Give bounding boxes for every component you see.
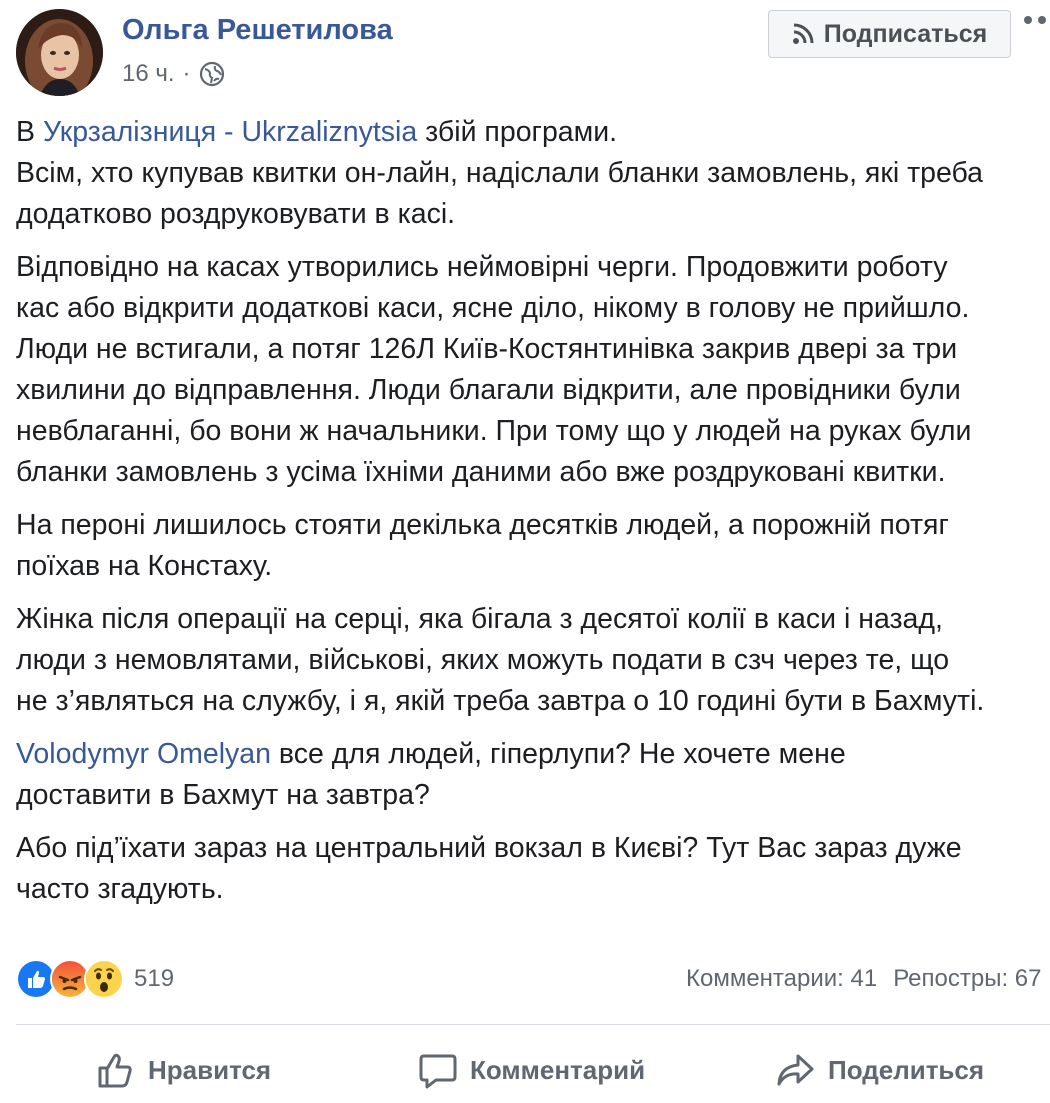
mention-link-volodymyr-omelyan[interactable]: Volodymyr Omelyan: [16, 738, 271, 770]
paragraph-4: Жінка після операції на серці, яка бігал…: [16, 599, 1050, 722]
more-dots-icon[interactable]: [1022, 6, 1050, 36]
paragraph-1: В Укрзалізниця - Ukrzaliznytsia збій про…: [16, 112, 1050, 235]
text-line: В Укрзалізниця - Ukrzaliznytsia збій про…: [16, 112, 1050, 153]
text-line: хвилини до відправлення. Люди благали ві…: [16, 374, 961, 406]
post-time[interactable]: 16 ч.: [122, 60, 175, 88]
like-button[interactable]: Нравится: [96, 1048, 271, 1092]
wow-icon: [84, 959, 124, 999]
paragraph-6: Або під’їхати зараз на центральний вокза…: [16, 828, 1050, 910]
post-text: В Укрзалізниця - Ukrzaliznytsia збій про…: [16, 112, 1050, 922]
text-line: Або під’їхати зараз на центральний вокза…: [16, 832, 962, 864]
thumbs-up-icon: [98, 1053, 132, 1088]
reactions-summary[interactable]: 519: [16, 959, 175, 999]
text-line: Відповідно на касах утворились неймовірн…: [16, 251, 948, 283]
paragraph-3: На пероні лишилось стояти декілька десят…: [16, 505, 1050, 587]
like-label: Нравится: [148, 1054, 272, 1085]
share-label: Поделиться: [828, 1054, 985, 1085]
mention-link-ukrzaliznytsia[interactable]: Укрзалізниця - Ukrzaliznytsia: [43, 116, 417, 148]
share-icon: [777, 1054, 814, 1086]
text-line: доставити в Бахмут на завтра?: [16, 779, 430, 811]
divider: [16, 1024, 1050, 1025]
text-line: Люди не встигали, а потяг 126Л Київ-Кост…: [16, 333, 958, 365]
rss-icon: [792, 23, 814, 45]
text-line: На пероні лишилось стояти декілька десят…: [16, 509, 949, 541]
comment-button[interactable]: Комментарий: [418, 1048, 645, 1092]
text-line: додатково роздруковувати в касі.: [16, 198, 456, 230]
meta-separator: ·: [182, 60, 191, 87]
text-line: невблаганні, бо вони ж начальники. При т…: [16, 415, 972, 447]
text-line: не з’являться на службу, і я, якій треба…: [16, 685, 985, 717]
text-line: кас або відкрити додаткові каси, ясне ді…: [16, 292, 970, 324]
text-line: Volodymyr Omelyan все для людей, гіперлу…: [16, 734, 1050, 775]
text-suffix: все для людей, гіперлупи? Не хочете мене: [271, 738, 846, 770]
comments-count[interactable]: Комментарии: 41: [686, 965, 877, 993]
text-line: люди з немовлятами, військові, яких можу…: [16, 644, 950, 676]
text-suffix: збій програми.: [417, 116, 618, 148]
action-bar: Нравится Комментарий Поделиться: [0, 1040, 1050, 1100]
post-meta: 16 ч. ·: [122, 60, 225, 88]
globe-icon[interactable]: [199, 61, 225, 87]
text-line: бланки замовлень з усіма їхніми даними а…: [16, 456, 946, 488]
text-prefix: В: [16, 116, 43, 148]
reposts-count[interactable]: Репостры: 67: [893, 965, 1041, 993]
share-button[interactable]: Поделиться: [776, 1048, 984, 1092]
paragraph-5: Volodymyr Omelyan все для людей, гіперлу…: [16, 734, 1050, 816]
paragraph-2: Відповідно на касах утворились неймовірн…: [16, 247, 1050, 493]
author-avatar[interactable]: [16, 9, 103, 96]
subscribe-label: Подписаться: [823, 19, 988, 48]
subscribe-button[interactable]: Подписаться: [768, 10, 1011, 58]
comment-label: Комментарий: [470, 1054, 646, 1085]
avatar-photo: [16, 9, 103, 96]
post-counts: Комментарии: 41 Репостры: 67: [686, 965, 1041, 993]
text-line: Всім, хто купував квитки он-лайн, надісл…: [16, 157, 984, 189]
text-line: часто згадують.: [16, 873, 224, 905]
author-name[interactable]: Ольга Решетилова: [122, 14, 393, 47]
text-line: поїхав на Констаху.: [16, 550, 273, 582]
facebook-post: Ольга Решетилова 16 ч. · Подписаться В У…: [0, 0, 1050, 1103]
text-line: Жінка після операції на серці, яка бігал…: [16, 603, 943, 635]
reactions-count: 519: [134, 965, 175, 992]
comment-icon: [419, 1054, 457, 1089]
